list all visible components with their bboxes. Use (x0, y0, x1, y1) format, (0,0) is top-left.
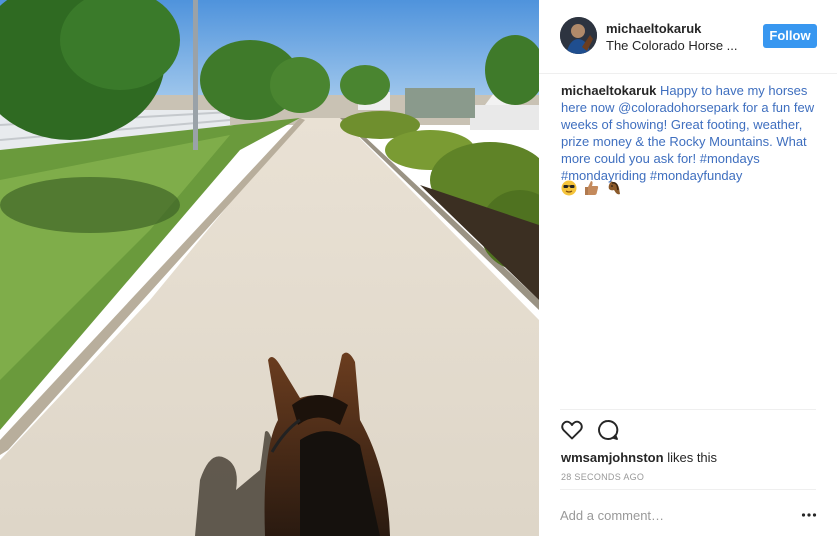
likes-suffix: likes this (667, 450, 718, 465)
caption-emojis (561, 180, 624, 196)
post-side-panel: michaeltokaruk The Colorado Horse ... Fo… (539, 0, 837, 536)
caption-text: Happy to have my horses here now @colora… (561, 83, 815, 183)
post-timestamp[interactable]: 28 SECONDS AGO (561, 472, 644, 482)
post-caption: michaeltokaruk Happy to have my horses h… (561, 82, 823, 184)
thumbs-up-icon (583, 180, 599, 201)
sunglasses-face-icon (561, 180, 577, 201)
comment-button[interactable] (596, 418, 622, 444)
comment-input[interactable] (560, 505, 780, 525)
more-options-button[interactable] (800, 506, 818, 524)
liker-username[interactable]: wmsamjohnston (561, 450, 664, 465)
comment-divider (560, 489, 816, 490)
horse-riding-photo (0, 0, 539, 536)
follow-button[interactable]: Follow (763, 24, 817, 48)
actions-divider (560, 409, 816, 410)
avatar-image (560, 17, 597, 54)
more-options-icon (801, 513, 817, 517)
comment-bubble-icon (598, 420, 619, 440)
heart-outline-icon (561, 420, 583, 440)
post-header: michaeltokaruk The Colorado Horse ... Fo… (539, 0, 837, 74)
caption-username[interactable]: michaeltokaruk (561, 83, 656, 98)
likes-summary: wmsamjohnston likes this (561, 450, 717, 465)
post-photo[interactable] (0, 0, 539, 536)
avatar[interactable] (560, 17, 597, 54)
horse-face-icon (606, 180, 622, 201)
header-location[interactable]: The Colorado Horse ... (606, 38, 738, 53)
header-username[interactable]: michaeltokaruk (606, 21, 701, 36)
like-button[interactable] (560, 418, 586, 444)
